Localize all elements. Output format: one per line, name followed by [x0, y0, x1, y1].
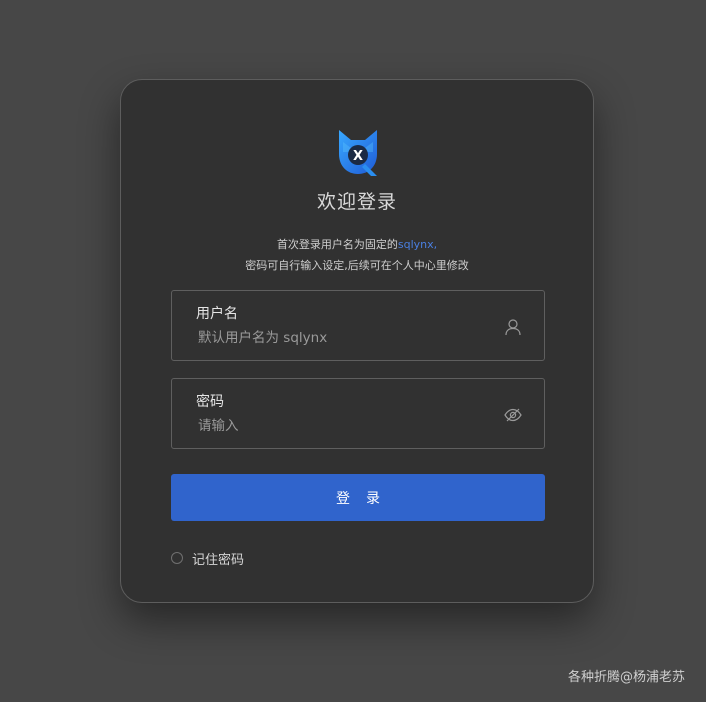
username-label: 用户名 — [196, 306, 238, 322]
username-field[interactable]: 用户名 — [171, 290, 545, 361]
remember-password-option[interactable]: 记住密码 — [171, 549, 245, 568]
default-username-highlight: sqlynx, — [397, 238, 438, 251]
description-line-1: 首次登录用户名为固定的sqlynx, — [121, 236, 593, 252]
password-field[interactable]: 密码 — [171, 378, 545, 449]
login-card: X 欢迎登录 首次登录用户名为固定的sqlynx, 密码可自行输入设定,后续可在… — [120, 79, 594, 603]
logo-letter: X — [353, 149, 363, 164]
login-button[interactable]: 登录 — [171, 474, 545, 521]
password-label: 密码 — [196, 394, 224, 410]
user-icon — [505, 319, 521, 336]
username-input[interactable] — [196, 327, 488, 349]
eye-hidden-icon[interactable] — [504, 406, 522, 424]
password-input[interactable] — [196, 415, 488, 437]
description-text: 首次登录用户名为固定的 — [276, 238, 398, 251]
watermark: 各种折腾@杨浦老苏 — [567, 670, 685, 685]
page-title: 欢迎登录 — [316, 191, 397, 213]
sqlynx-logo-icon: X — [339, 130, 377, 176]
remember-password-radio[interactable] — [171, 552, 183, 564]
description-line-2: 密码可自行输入设定,后续可在个人中心里修改 — [245, 259, 469, 272]
page-background: X 欢迎登录 首次登录用户名为固定的sqlynx, 密码可自行输入设定,后续可在… — [0, 0, 706, 702]
remember-password-label: 记住密码 — [192, 552, 245, 568]
